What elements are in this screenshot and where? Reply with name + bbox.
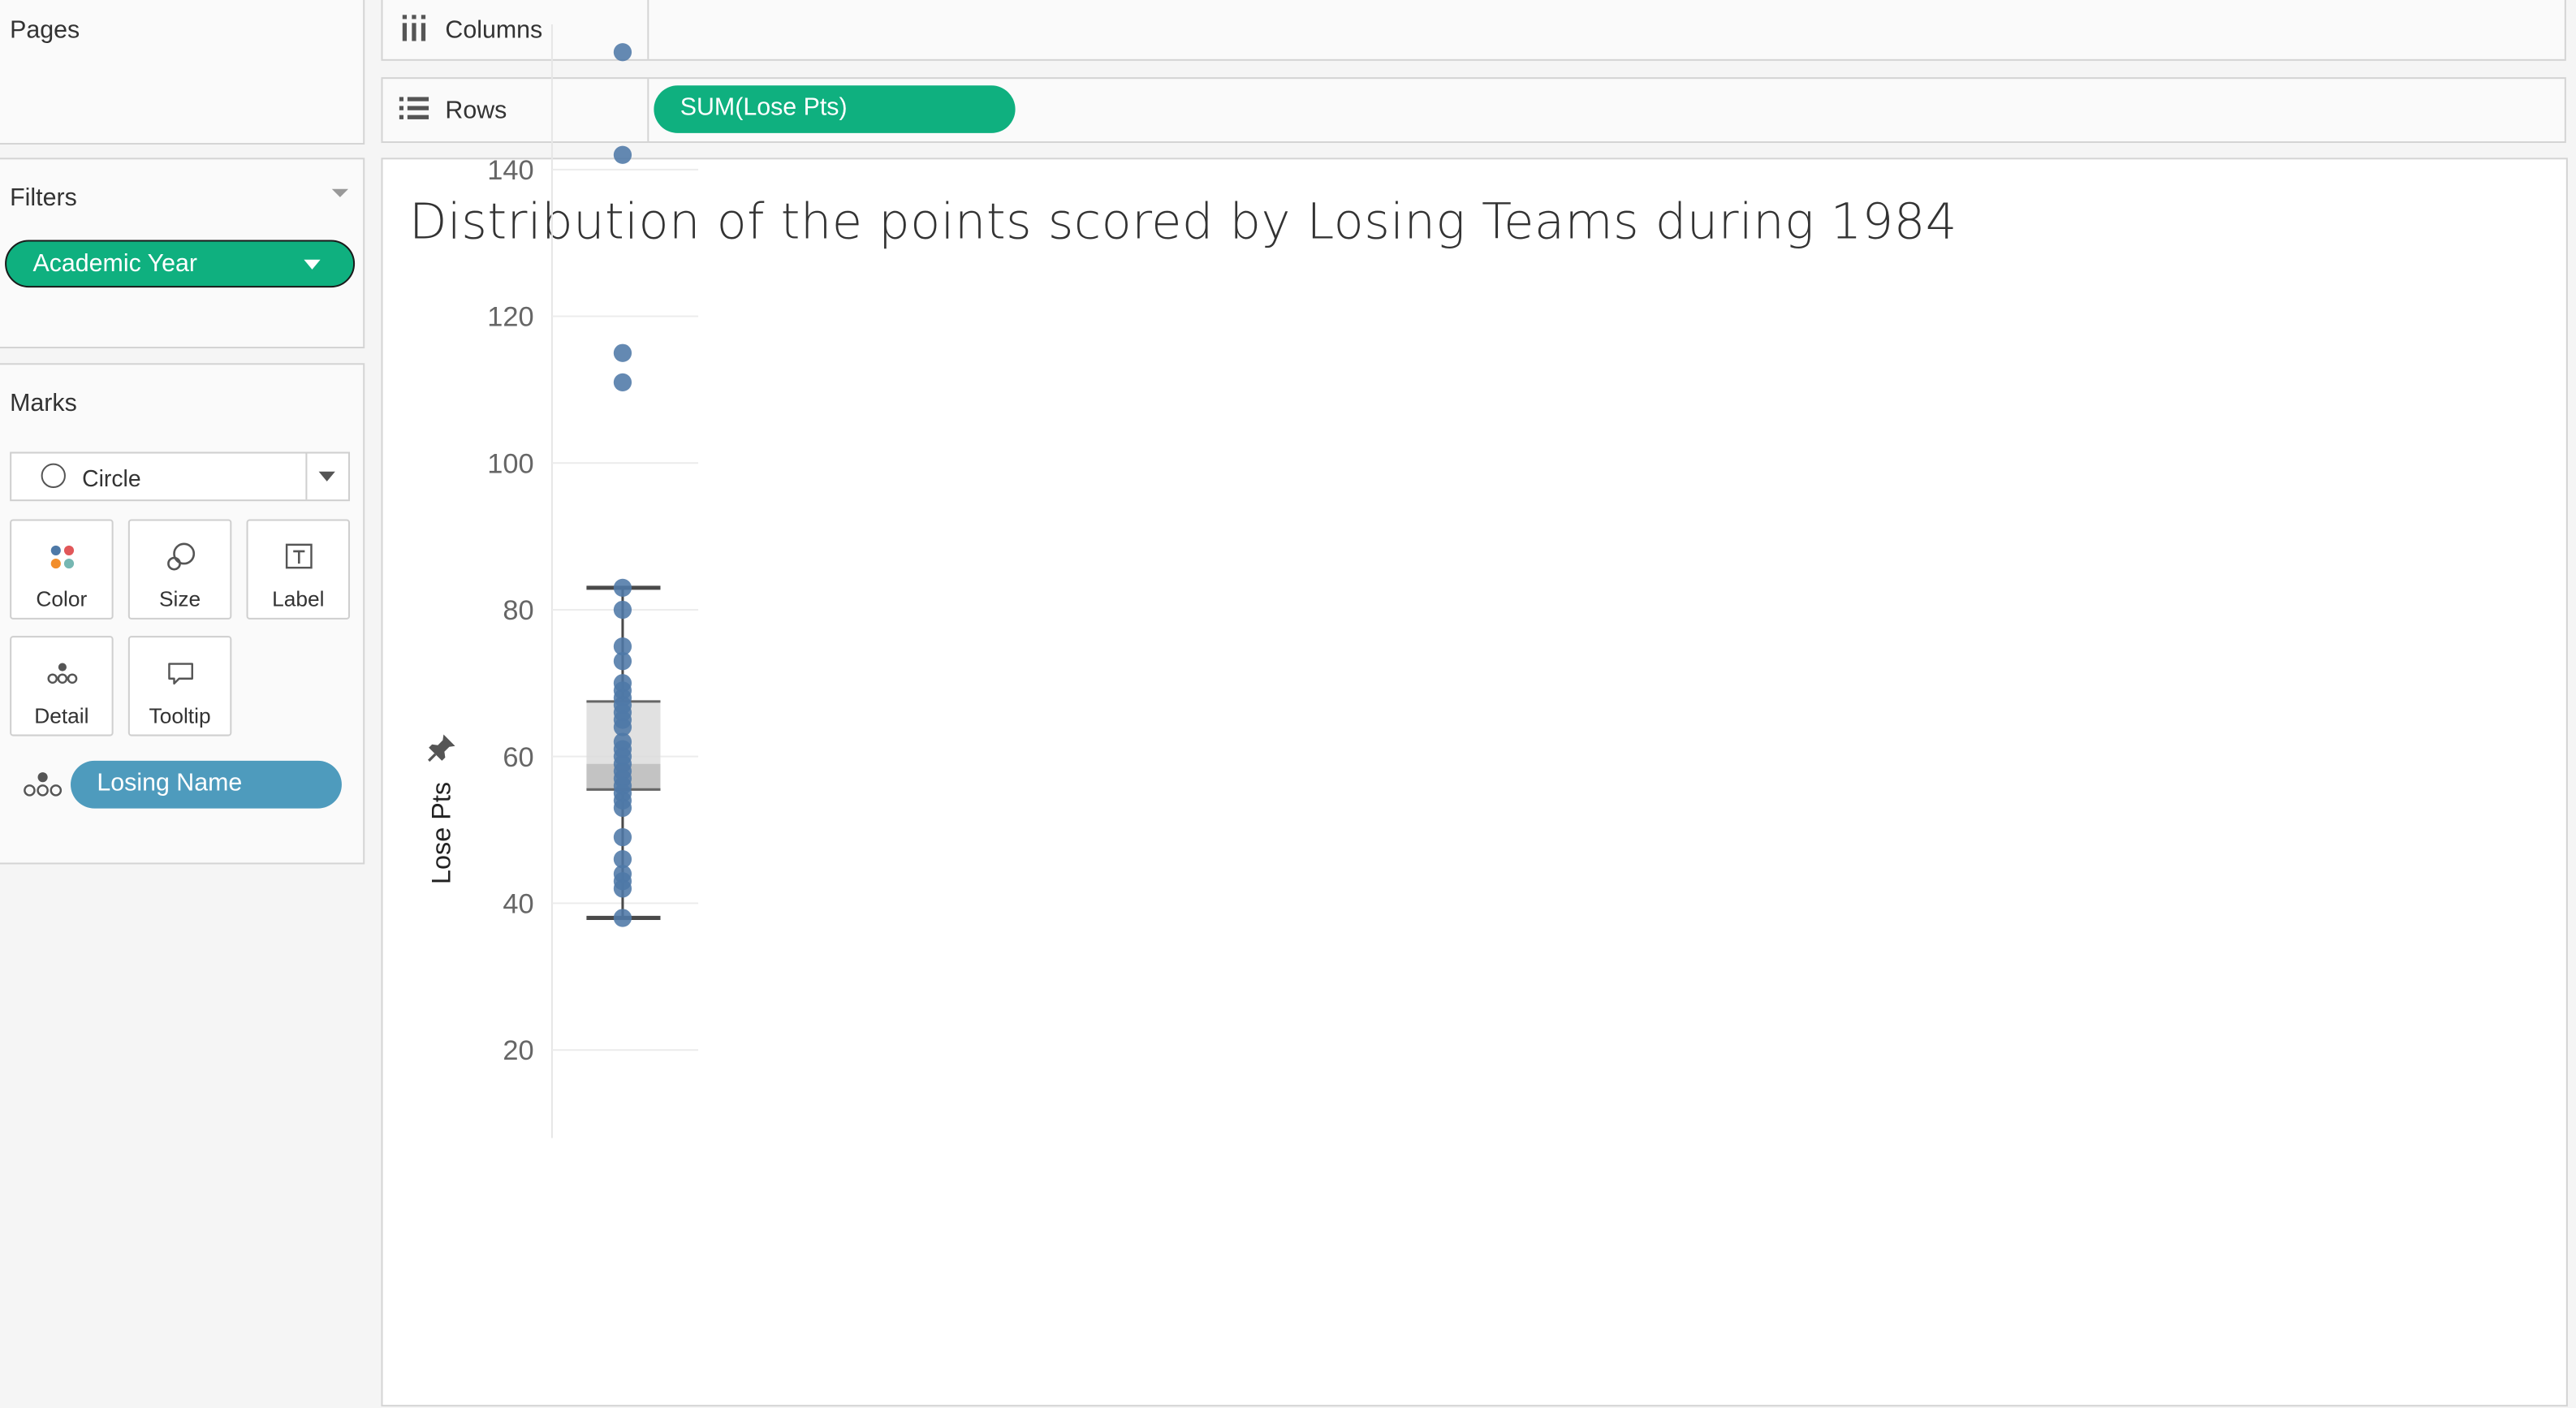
size-icon <box>130 541 230 573</box>
y-tick-label: 60 <box>503 742 533 773</box>
y-tick-label: 80 <box>503 595 533 626</box>
label-button[interactable]: Label <box>246 519 351 620</box>
tooltip-button[interactable]: Tooltip <box>127 636 232 736</box>
columns-divider <box>647 0 649 59</box>
columns-icon <box>401 15 427 49</box>
text-label-icon <box>248 541 348 573</box>
circle-icon <box>41 463 66 489</box>
color-button[interactable]: Color <box>10 519 114 620</box>
filter-pill-academic-year[interactable]: Academic Year <box>5 240 356 288</box>
data-point <box>613 43 632 62</box>
data-point <box>613 909 632 927</box>
data-point <box>613 798 632 818</box>
size-label: Size <box>158 586 201 611</box>
filters-menu-icon[interactable] <box>331 188 349 197</box>
size-button[interactable]: Size <box>127 519 232 620</box>
pages-card: Pages <box>0 0 365 145</box>
data-point <box>613 578 632 597</box>
mark-type-label: Circle <box>82 464 141 492</box>
y-tick-label: 140 <box>487 155 533 186</box>
data-point <box>613 827 632 847</box>
marks-card: Marks Circle Color Size Label Detail Too… <box>0 363 365 865</box>
columns-label: Columns <box>445 16 543 45</box>
tooltip-icon <box>130 657 230 689</box>
rows-divider <box>647 79 649 142</box>
filters-card: Filters Academic Year <box>0 158 365 349</box>
detail-icon <box>11 657 111 689</box>
filters-title: Filters <box>10 184 77 213</box>
chart-title: Distribution of the points scored by Los… <box>408 193 1957 252</box>
rows-shelf[interactable]: Rows SUM(Lose Pts) <box>381 77 2566 144</box>
y-tick-label: 20 <box>503 1035 533 1066</box>
columns-shelf[interactable]: Columns <box>381 0 2566 61</box>
dropdown-arrow-icon[interactable] <box>304 259 321 270</box>
color-icon <box>11 541 111 573</box>
y-tick-label: 100 <box>487 448 533 479</box>
data-point <box>613 600 632 620</box>
rows-icon <box>399 97 429 127</box>
y-tick-label: 40 <box>503 889 533 920</box>
marks-title: Marks <box>10 389 77 417</box>
rows-pill-label: SUM(Lose Pts) <box>680 93 848 122</box>
detail-pill-losing-name[interactable]: Losing Name <box>71 760 342 809</box>
rows-label: Rows <box>445 97 507 125</box>
mark-type-divider <box>305 453 308 500</box>
data-point <box>613 652 632 671</box>
data-point <box>613 373 632 391</box>
detail-encoding-icon <box>23 769 63 807</box>
data-point <box>613 145 632 164</box>
chart-plot: 20 40 60 80 100 120 140 <box>487 24 699 1138</box>
filter-pill-label: Academic Year <box>32 249 197 278</box>
y-tick-label: 120 <box>487 302 533 333</box>
rows-pill-sum-lose-pts[interactable]: SUM(Lose Pts) <box>654 85 1016 133</box>
color-label: Color <box>36 586 88 611</box>
detail-label: Detail <box>34 703 89 728</box>
label-label: Label <box>272 586 325 611</box>
mark-type-dropdown[interactable]: Circle <box>10 451 351 502</box>
detail-pill-label: Losing Name <box>97 769 243 797</box>
tooltip-label: Tooltip <box>149 703 211 728</box>
data-point <box>613 879 632 898</box>
viz-area: Distribution of the points scored by Los… <box>381 24 2568 1407</box>
detail-button[interactable]: Detail <box>10 636 114 736</box>
data-point <box>613 343 632 362</box>
chevron-down-icon[interactable] <box>318 471 335 482</box>
pages-title: Pages <box>10 16 80 45</box>
